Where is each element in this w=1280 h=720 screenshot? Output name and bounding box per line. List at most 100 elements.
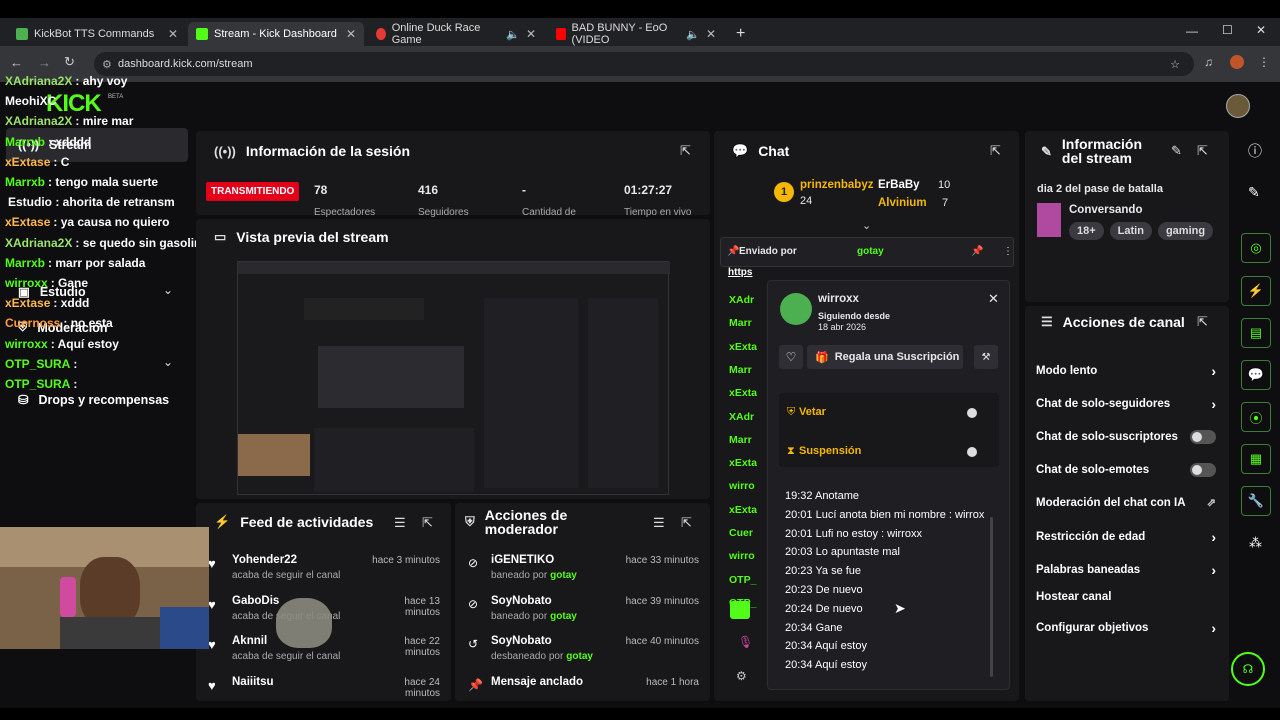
minimize-icon[interactable]: — bbox=[1186, 24, 1198, 38]
tag-chip[interactable]: Latin bbox=[1109, 222, 1152, 240]
chat-username[interactable]: xExta bbox=[729, 457, 757, 469]
user-name[interactable]: wirroxx bbox=[818, 293, 859, 305]
chat-username[interactable]: XAdr bbox=[729, 411, 754, 423]
bookmark-star-icon[interactable]: ☆ bbox=[1170, 58, 1180, 71]
chat-username[interactable]: Cuer bbox=[729, 527, 753, 539]
toggle-switch[interactable] bbox=[1190, 430, 1216, 444]
popout-icon[interactable]: ⇱ bbox=[681, 515, 692, 531]
unpin-icon[interactable]: 📌 bbox=[971, 246, 983, 257]
layout-icon[interactable]: ▦ bbox=[1241, 444, 1271, 474]
menu-icon[interactable]: ⋮ bbox=[1258, 55, 1270, 69]
chat-username[interactable]: wirro bbox=[729, 550, 755, 562]
chat-username[interactable]: wirro bbox=[729, 480, 755, 492]
mod-by[interactable]: gotay bbox=[550, 611, 577, 622]
chat-username[interactable]: Marr bbox=[729, 434, 752, 446]
scrollbar[interactable] bbox=[990, 517, 993, 677]
gift-sub-button[interactable]: 🎁 Regala una Suscripción bbox=[807, 345, 963, 369]
close-tab-icon[interactable]: ✕ bbox=[346, 27, 356, 41]
close-icon[interactable]: ✕ bbox=[988, 291, 999, 307]
reload-icon[interactable]: ↻ bbox=[64, 54, 75, 70]
channel-action-2[interactable]: Chat de solo-seguidores › bbox=[1036, 396, 1216, 412]
maximize-icon[interactable]: ☐ bbox=[1222, 23, 1233, 37]
toggle-switch[interactable] bbox=[1190, 463, 1216, 477]
close-tab-icon[interactable]: ✕ bbox=[706, 27, 716, 41]
channel-action-1[interactable]: Modo lento › bbox=[1036, 363, 1216, 379]
chat-username[interactable]: XAdr bbox=[729, 294, 754, 306]
category-name[interactable]: Conversando bbox=[1069, 204, 1143, 216]
mod-by[interactable]: gotay bbox=[566, 651, 593, 662]
feed-username[interactable]: Yohender22 bbox=[232, 554, 297, 566]
wrench-icon[interactable]: 🔧 bbox=[1241, 486, 1271, 516]
feed-username[interactable]: GaboDis bbox=[232, 595, 279, 607]
feed-username[interactable]: Naiiitsu bbox=[232, 676, 274, 688]
chat-username[interactable]: Marr bbox=[729, 364, 752, 376]
chat-username[interactable]: xExta bbox=[729, 387, 757, 399]
more-icon[interactable]: ⋮ bbox=[1003, 246, 1013, 257]
channel-action-7[interactable]: Palabras baneadas › bbox=[1036, 562, 1216, 578]
channel-action-4[interactable]: Chat de solo-emotes bbox=[1036, 463, 1216, 477]
mic-icon[interactable]: 🎙 bbox=[738, 635, 753, 649]
channel-action-8[interactable]: Hostear canal bbox=[1036, 591, 1216, 603]
chat-username[interactable]: Marr bbox=[729, 317, 752, 329]
chat-icon[interactable]: 💬 bbox=[1241, 360, 1271, 390]
popout-icon[interactable]: ⇱ bbox=[422, 515, 433, 531]
chat-username: MeohiXC bbox=[5, 94, 57, 109]
site-settings-icon[interactable]: ⚙ bbox=[102, 58, 112, 71]
mod-by[interactable]: gotay bbox=[550, 570, 577, 581]
new-tab-button[interactable]: + bbox=[728, 22, 752, 46]
lightning-icon[interactable]: ⚡ bbox=[1241, 276, 1271, 306]
mod-target[interactable]: SoyNobato bbox=[491, 635, 552, 647]
mod-target[interactable]: Mensaje anclado bbox=[491, 676, 583, 688]
tab-duck-race[interactable]: Online Duck Race Game 🔈 ✕ bbox=[368, 22, 544, 46]
tag-chip[interactable]: gaming bbox=[1157, 222, 1214, 240]
user-avatar[interactable] bbox=[1226, 94, 1250, 118]
popout-icon[interactable]: ⇱ bbox=[680, 143, 691, 159]
chat-username[interactable]: OTP_ bbox=[729, 574, 756, 586]
support-headset-icon[interactable]: ☊ bbox=[1231, 652, 1265, 686]
popout-icon[interactable]: ⇱ bbox=[1197, 143, 1208, 159]
chat-username[interactable]: OTP_ bbox=[729, 597, 756, 609]
pencil-icon[interactable]: ✎ bbox=[1248, 184, 1260, 201]
tab-kickbot[interactable]: KickBot TTS Commands ✕ bbox=[8, 22, 186, 46]
mod-target[interactable]: SoyNobato bbox=[491, 595, 552, 607]
tab-kick-dashboard[interactable]: Stream - Kick Dashboard ✕ bbox=[188, 22, 364, 46]
info-icon[interactable]: ⓘ bbox=[1248, 141, 1262, 161]
tag-chip[interactable]: 18+ bbox=[1069, 222, 1104, 240]
chevron-down-icon[interactable]: ⌄ bbox=[163, 283, 173, 297]
stream-preview-video[interactable] bbox=[237, 261, 670, 495]
feed-username[interactable]: Aknnil bbox=[232, 635, 267, 647]
pinned-link[interactable]: https bbox=[728, 267, 752, 278]
channel-action-3[interactable]: Chat de solo-suscriptores bbox=[1036, 430, 1216, 444]
channel-action-5[interactable]: Moderación del chat con IA ⇗ bbox=[1036, 496, 1216, 510]
filter-icon[interactable]: ☰ bbox=[394, 515, 406, 531]
chevron-down-icon[interactable]: ⌄ bbox=[163, 355, 173, 369]
pinned-by[interactable]: gotay bbox=[857, 246, 884, 257]
forward-icon[interactable]: → bbox=[38, 55, 51, 70]
tab-bad-bunny[interactable]: BAD BUNNY - EoO (VIDEO 🔈 ✕ bbox=[548, 22, 724, 46]
popout-icon[interactable]: ⇱ bbox=[990, 143, 1001, 159]
close-window-icon[interactable]: ✕ bbox=[1256, 23, 1266, 37]
back-icon[interactable]: ← bbox=[10, 55, 23, 70]
channel-action-6[interactable]: Restricción de edad › bbox=[1036, 529, 1216, 545]
popout-icon[interactable]: ⇱ bbox=[1197, 314, 1208, 330]
close-tab-icon[interactable]: ✕ bbox=[168, 27, 178, 41]
follow-heart-button[interactable]: ♡ bbox=[779, 345, 803, 369]
media-control-icon[interactable]: ♫ bbox=[1204, 55, 1213, 69]
channel-action-9[interactable]: Configurar objetivos › bbox=[1036, 620, 1216, 636]
close-tab-icon[interactable]: ✕ bbox=[526, 27, 536, 41]
mod-action-button[interactable]: ⚒ bbox=[974, 345, 998, 369]
settings-icon[interactable]: ⚙ bbox=[736, 669, 747, 683]
profile-avatar[interactable] bbox=[1230, 55, 1244, 69]
broadcast-icon[interactable]: ⦿ bbox=[1241, 402, 1271, 432]
filter-icon[interactable]: ☰ bbox=[653, 515, 665, 531]
url-field[interactable]: ⚙ dashboard.kick.com/stream ☆ bbox=[94, 52, 1194, 76]
nav-item-drops[interactable]: ⛁ Drops y recompensas bbox=[18, 392, 169, 408]
apps-icon[interactable]: ⁂ bbox=[1249, 535, 1262, 551]
collapse-icon[interactable]: ⌄ bbox=[862, 219, 871, 232]
chat-username[interactable]: xExta bbox=[729, 504, 757, 516]
edit-icon[interactable]: ✎ bbox=[1171, 143, 1182, 159]
preview-toggle-icon[interactable]: ◎ bbox=[1241, 233, 1271, 263]
mod-target[interactable]: iGENETIKO bbox=[491, 554, 554, 566]
chat-username[interactable]: xExta bbox=[729, 341, 757, 353]
document-icon[interactable]: ▤ bbox=[1241, 318, 1271, 348]
